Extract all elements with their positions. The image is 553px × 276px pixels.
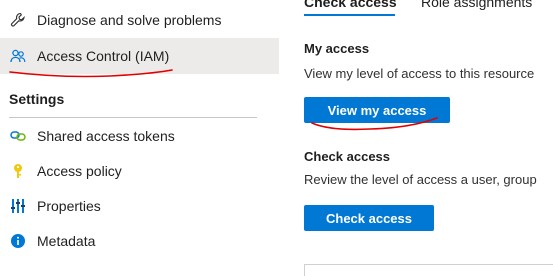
settings-section-heading: Settings (9, 91, 65, 107)
sidebar-item-diagnose[interactable]: Diagnose and solve problems (0, 2, 279, 38)
sidebar-nav: Diagnose and solve problems Access Contr… (0, 0, 279, 276)
sidebar-item-access-control[interactable]: Access Control (IAM) (0, 38, 279, 74)
check-access-button[interactable]: Check access (304, 205, 434, 231)
sidebar-item-label: Access policy (37, 163, 122, 179)
sidebar-item-label: Diagnose and solve problems (37, 12, 222, 28)
main-content: Check access Role assignments My access … (280, 0, 553, 276)
sidebar-item-label: Access Control (IAM) (37, 48, 170, 64)
sidebar-item-properties[interactable]: Properties (0, 188, 279, 224)
active-tab-indicator (304, 14, 395, 16)
tab-check-access[interactable]: Check access (304, 0, 397, 10)
sidebar-item-label: Metadata (37, 233, 96, 249)
my-access-description: View my level of access to this resource (304, 66, 535, 81)
check-access-heading: Check access (304, 149, 391, 164)
key-icon (10, 163, 26, 179)
wrench-icon (10, 12, 26, 28)
sidebar-item-access-policy[interactable]: Access policy (0, 153, 279, 189)
info-icon (10, 233, 26, 249)
sidebar-item-label: Properties (37, 198, 101, 214)
check-access-description: Review the level of access a user, group (304, 172, 537, 187)
link-chain-icon (10, 128, 26, 144)
view-my-access-button[interactable]: View my access (304, 97, 450, 123)
search-box-partial[interactable] (304, 264, 553, 276)
tab-role-assignments[interactable]: Role assignments (421, 0, 532, 10)
sidebar-item-metadata[interactable]: Metadata (0, 223, 279, 259)
my-access-heading: My access (304, 41, 370, 56)
properties-bars-icon (10, 198, 26, 214)
sidebar-item-label: Shared access tokens (37, 128, 175, 144)
people-icon (10, 48, 26, 64)
sidebar-item-shared-access-tokens[interactable]: Shared access tokens (0, 118, 279, 154)
